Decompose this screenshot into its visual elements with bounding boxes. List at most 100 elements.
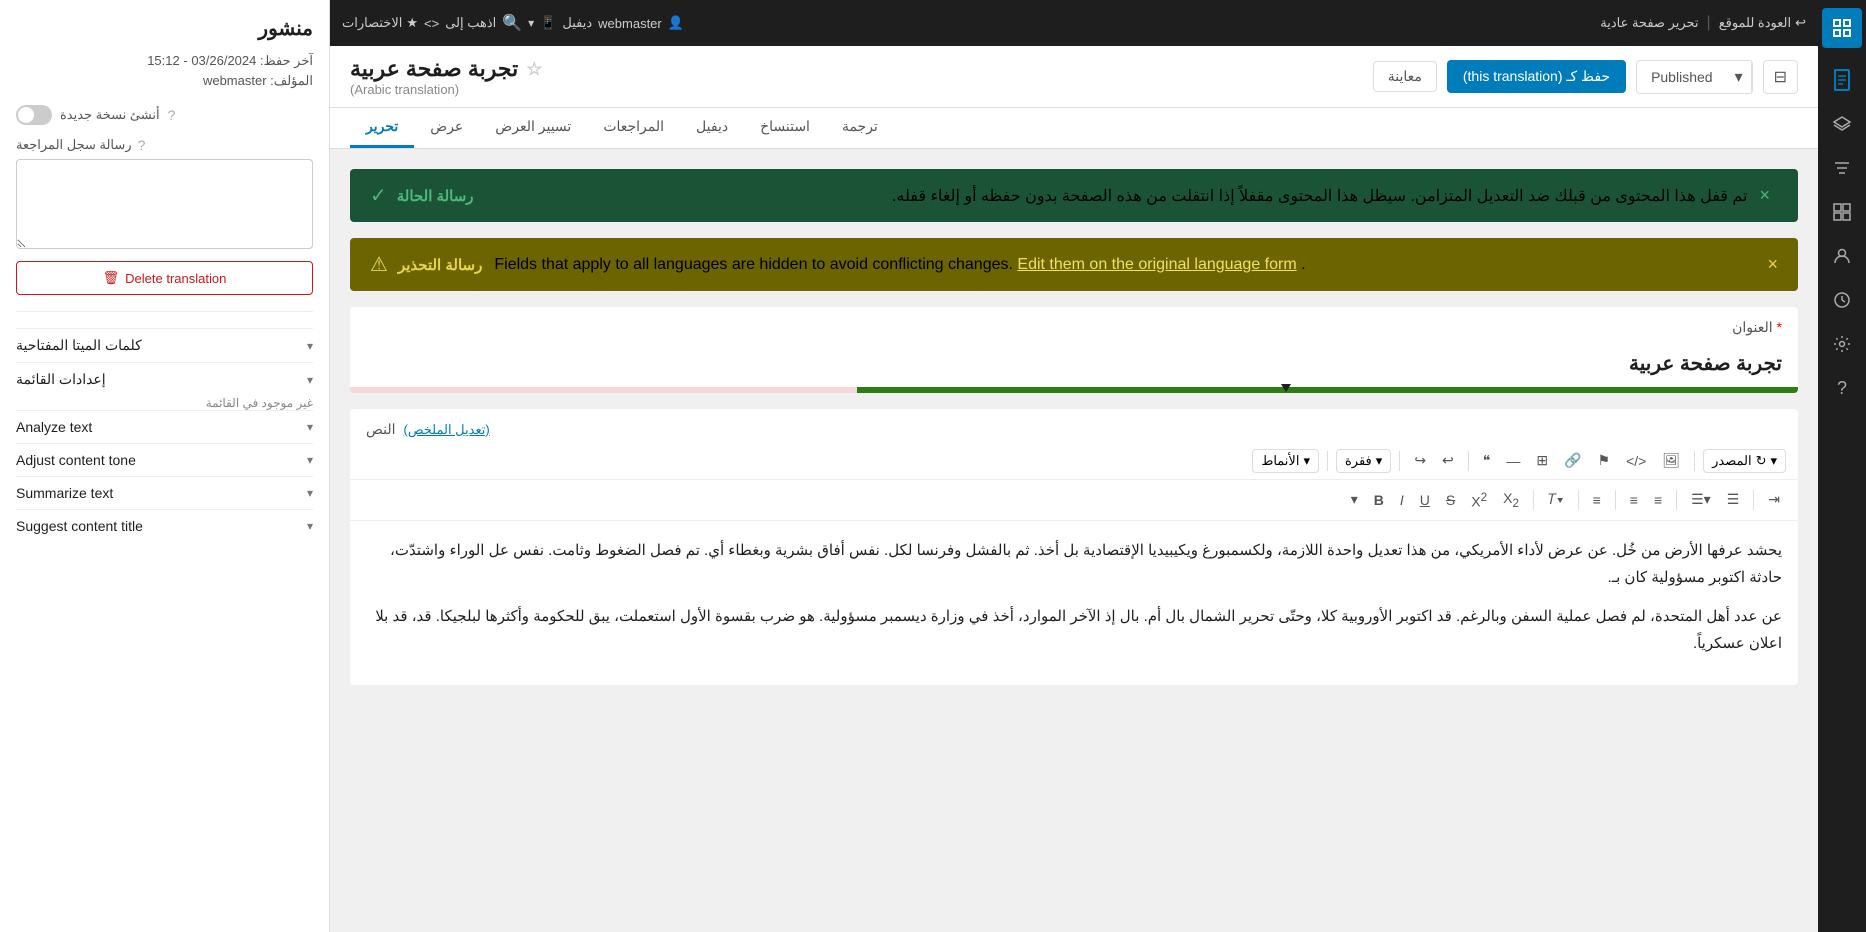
sidebar-icon-user[interactable] <box>1822 236 1862 276</box>
analyze-text-label: Analyze text <box>16 419 92 435</box>
sidebar-icon-grid[interactable] <box>1822 192 1862 232</box>
search-dropdown-arrow: ▾ <box>528 16 534 30</box>
code-icon: <> <box>424 16 439 31</box>
summarize-section[interactable]: ▾ Summarize text <box>16 476 313 509</box>
more-options-btn[interactable]: ▾ <box>1345 487 1364 512</box>
align-btn[interactable]: ≡ <box>1587 488 1607 512</box>
top-bar-left: الاختصارات ★ <> اذهب إلى 🔍 ▾ 📱 ديفيل web… <box>342 13 684 33</box>
delete-translation-btn[interactable]: Delete translation 🗑 <box>16 261 313 295</box>
favorite-star-icon[interactable]: ☆ <box>526 59 542 80</box>
sidebar-icon-page[interactable] <box>1822 60 1862 100</box>
return-to-site-link[interactable]: ↩ العودة للموقع <box>1719 15 1806 31</box>
editor-toolbar-row1: الأنماط ▾ فقرة ▾ ↪ ↩ ❝ — ⊞ 🔗 ⚑ </> 🖼 <box>350 442 1798 480</box>
ordered-list-btn[interactable]: ☰ <box>1721 487 1746 512</box>
sidebar-icon-clock[interactable] <box>1822 280 1862 320</box>
tab-translate[interactable]: ترجمة <box>826 108 894 148</box>
table-btn[interactable]: ⊞ <box>1530 448 1554 473</box>
warning-period: . <box>1301 256 1305 273</box>
shortcuts-btn[interactable]: الاختصارات ★ <box>342 15 418 31</box>
return-arrow-icon: ↩ <box>1795 15 1806 31</box>
tab-view[interactable]: عرض <box>414 108 479 148</box>
strikethrough-btn[interactable]: S <box>1440 488 1461 512</box>
review-help-icon[interactable]: ? <box>138 137 146 153</box>
author-label: المؤلف: <box>270 73 313 88</box>
delete-translation-label: Delete translation <box>125 271 226 286</box>
keywords-section[interactable]: ▾ كلمات الميتا المفتاحية <box>16 328 313 362</box>
new-version-help-icon[interactable]: ? <box>168 107 176 123</box>
sidebar-toggle-btn[interactable]: ⊟ <box>1763 60 1798 94</box>
tab-revisions[interactable]: المراجعات <box>587 108 680 148</box>
link-btn[interactable]: 🔗 <box>1558 448 1587 473</box>
tab-diff[interactable]: ديفيل <box>680 108 744 148</box>
sidebar-icon-help[interactable]: ? <box>1822 368 1862 408</box>
shortcuts-label: الاختصارات <box>342 15 402 31</box>
review-textarea[interactable] <box>16 159 313 249</box>
toolbar-sep-2 <box>1399 451 1400 471</box>
tab-display-manage[interactable]: تسيير العرض <box>479 108 587 148</box>
status-banner-close-btn[interactable]: × <box>1759 185 1770 206</box>
underline-btn[interactable]: U <box>1414 488 1436 512</box>
italic-btn[interactable]: I <box>1394 488 1410 512</box>
left-panel: منشور آخر حفظ: 03/26/2024 - 15:12 المؤلف… <box>0 0 330 932</box>
paragraph-label: فقرة <box>1345 453 1372 469</box>
status-banner-right: رسالة الحالة ✓ <box>370 183 474 208</box>
source-label: المصدر <box>1712 453 1751 469</box>
adjust-tone-chevron-icon: ▾ <box>307 453 313 467</box>
keywords-label: كلمات الميتا المفتاحية <box>16 337 142 354</box>
publish-dropdown-arrow[interactable]: ▾ <box>1727 61 1752 93</box>
flag-btn[interactable]: ⚑ <box>1592 448 1617 473</box>
title-progress-indicator <box>1281 384 1291 392</box>
last-saved-label: آخر حفظ: 03/26/2024 - 15:12 <box>16 53 313 69</box>
sidebar-icon-settings[interactable] <box>1822 324 1862 364</box>
new-version-row: ? أنشئ نسخة جديدة <box>16 105 313 125</box>
title-input[interactable] <box>350 340 1798 387</box>
code-edit-btn[interactable]: </> <box>1620 449 1652 473</box>
format-btn[interactable]: 𝑇▾ <box>1542 487 1570 512</box>
quote-btn[interactable]: ❝ <box>1477 448 1497 473</box>
edit-summary-link[interactable]: (تعديل الملخص) <box>404 422 490 438</box>
patterns-dropdown[interactable]: الأنماط ▾ <box>1252 449 1319 473</box>
body-label-text: النص <box>366 421 396 438</box>
edit-normal-page-btn[interactable]: تحرير صفحة عادية <box>1600 15 1698 31</box>
paragraph-dropdown[interactable]: فقرة ▾ <box>1336 449 1391 473</box>
source-btn[interactable]: المصدر ↻ ▾ <box>1703 449 1786 473</box>
dash-btn[interactable]: — <box>1500 449 1526 473</box>
sidebar-icon-filter[interactable] <box>1822 148 1862 188</box>
tab-edit[interactable]: تحرير <box>350 108 414 148</box>
diff-code-btn[interactable]: <> <box>424 16 439 31</box>
media-btn[interactable]: 🖼 <box>1656 448 1686 473</box>
bold-btn[interactable]: B <box>1368 488 1390 512</box>
analyze-text-section[interactable]: ▾ Analyze text <box>16 410 313 443</box>
list-settings-label: إعدادات القائمة <box>16 371 106 388</box>
adjust-tone-section[interactable]: ▾ Adjust content tone <box>16 443 313 476</box>
warning-banner-close-btn[interactable]: × <box>1767 254 1778 275</box>
body-paragraph-1: يحشد عرفها الأرض من خُل. عن عرض لأداء ال… <box>366 537 1782 591</box>
undo-btn[interactable]: ↩ <box>1436 448 1460 473</box>
list-settings-section[interactable]: ▾ إعدادات القائمة <box>16 362 313 396</box>
summarize-chevron-icon: ▾ <box>307 486 313 500</box>
align-center-btn[interactable]: ≡ <box>1648 488 1668 512</box>
body-field-label: (تعديل الملخص) النص <box>350 409 1798 442</box>
preview-btn[interactable]: معاينة <box>1373 61 1437 92</box>
summarize-label: Summarize text <box>16 485 113 501</box>
list-btn[interactable]: ☰▾ <box>1685 487 1717 512</box>
top-bar-right: ↩ العودة للموقع | تحرير صفحة عادية <box>1600 14 1806 32</box>
sidebar-icon-frame[interactable] <box>1822 8 1862 48</box>
redo-btn[interactable]: ↪ <box>1408 448 1432 473</box>
save-translation-btn[interactable]: حفظ كـ (this translation) <box>1447 60 1626 93</box>
new-version-toggle[interactable] <box>16 105 52 125</box>
tab-clone[interactable]: استنساخ <box>744 108 826 148</box>
superscript-btn[interactable]: X2 <box>1465 487 1493 514</box>
editor-body[interactable]: يحشد عرفها الأرض من خُل. عن عرض لأداء ال… <box>350 521 1798 685</box>
search-btn[interactable]: 🔍 <box>502 13 522 33</box>
sidebar-icon-layers[interactable] <box>1822 104 1862 144</box>
goto-btn[interactable]: اذهب إلى <box>445 15 496 31</box>
status-banner-text: تم قفل هذا المحتوى من قبلك ضد التعديل ال… <box>892 188 1748 205</box>
align-right-btn[interactable]: ≡ <box>1624 488 1644 512</box>
edit-original-form-link[interactable]: Edit them on the original language form <box>1017 256 1296 273</box>
suggest-title-section[interactable]: ▾ Suggest content title <box>16 509 313 542</box>
user-label: webmaster <box>598 16 662 31</box>
indent-btn[interactable]: ⇥ <box>1762 487 1786 512</box>
subscript-btn[interactable]: X2 <box>1497 486 1525 514</box>
icon-sidebar: ? <box>1818 0 1866 932</box>
